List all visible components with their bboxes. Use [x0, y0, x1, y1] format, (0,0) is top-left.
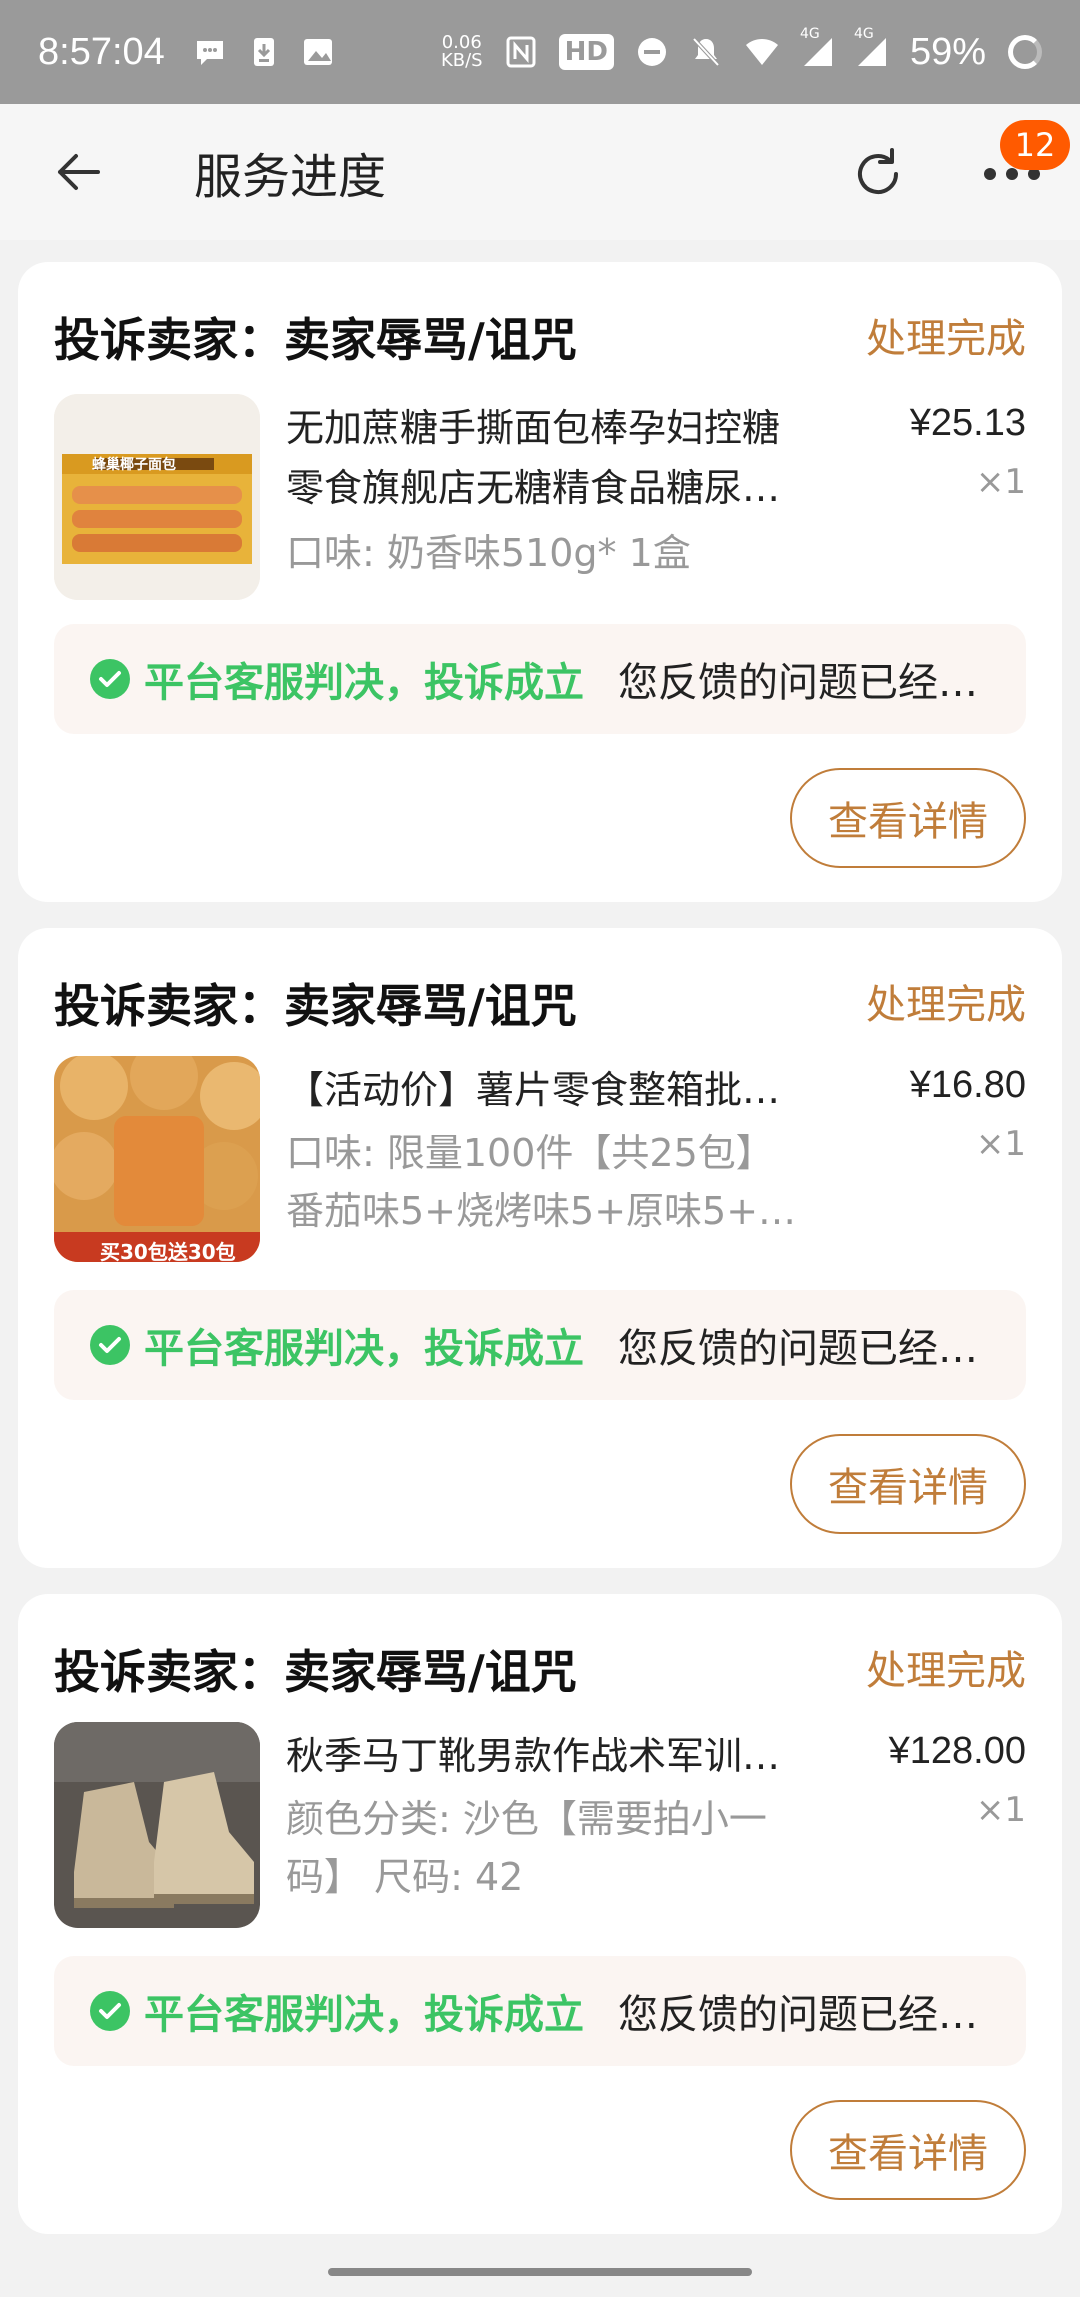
refresh-icon — [858, 148, 898, 195]
product-spec-line-2: 番茄味5+烧烤味5+原味5+… — [286, 1189, 797, 1233]
product-spec-line-1: 口味: 奶香味510g* 1盒 — [286, 531, 691, 575]
do-not-disturb-icon — [636, 36, 668, 68]
product-spec-line-2: 码】 尺码: 42 — [286, 1855, 524, 1899]
status-label: 处理完成 — [866, 316, 1026, 362]
wifi-icon — [744, 37, 780, 67]
product-name[interactable]: 无加蔗糖手撕面包棒孕妇控糖 零食旗舰店无糖精食品糖尿… — [286, 398, 826, 518]
chat-notification-icon — [193, 35, 227, 69]
product-name-line-1: 秋季马丁靴男款作战术军训… — [286, 1734, 781, 1778]
status-label: 处理完成 — [866, 1648, 1026, 1694]
product-spec: 口味: 奶香味510g* 1盒 — [286, 524, 826, 582]
network-speed-unit: KB/S — [440, 50, 483, 71]
product-thumbnail[interactable] — [54, 1722, 260, 1928]
refresh-button[interactable] — [840, 136, 916, 212]
cellular-signal-icon: 4G — [800, 26, 834, 68]
signal-label-2: 4G — [853, 26, 874, 42]
product-name-line-2: 零食旗舰店无糖精食品糖尿… — [286, 466, 781, 510]
notification-badge: 12 — [1000, 120, 1070, 170]
view-details-button[interactable]: 查看详情 — [790, 1434, 1026, 1534]
verdict-text: 您反馈的问题已经… — [618, 1992, 978, 2038]
promo-label: 买30包送30包 — [100, 1240, 236, 1262]
verdict-title: 平台客服判决，投诉成立 — [144, 660, 584, 706]
download-notification-icon — [249, 35, 279, 69]
cellular-signal-icon-2: 4G — [854, 26, 888, 68]
complaint-card: 投诉卖家：卖家辱骂/诅咒 处理完成 秋季马丁靴男款作战术军训… ¥128.00 … — [18, 1594, 1062, 2234]
status-time: 8:57:04 — [38, 30, 165, 73]
check-circle-icon — [90, 1991, 130, 2031]
complaint-card: 投诉卖家：卖家辱骂/诅咒 处理完成 蜂巢椰子面包 无加蔗糖手撕面包棒孕妇控糖 零… — [18, 262, 1062, 902]
card-title: 投诉卖家：卖家辱骂/诅咒 — [54, 313, 577, 367]
product-image — [54, 1722, 260, 1928]
product-spec: 口味: 限量100件【共25包】 番茄味5+烧烤味5+原味5+… — [286, 1124, 826, 1240]
verdict-banner[interactable]: 平台客服判决，投诉成立 您反馈的问题已经… — [54, 1290, 1026, 1400]
hd-voice-icon: HD — [558, 34, 614, 70]
product-spec-line-1: 颜色分类: 沙色【需要拍小一 — [286, 1797, 767, 1841]
verdict-banner[interactable]: 平台客服判决，投诉成立 您反馈的问题已经… — [54, 1956, 1026, 2066]
status-label: 处理完成 — [866, 982, 1026, 1028]
product-price: ¥16.80 — [909, 1064, 1026, 1106]
product-image — [54, 394, 260, 600]
product-quantity: ×1 — [975, 462, 1026, 502]
product-brand-label: 蜂巢椰子面包 — [92, 457, 176, 473]
image-notification-icon — [301, 35, 335, 69]
network-speed: 0.06 KB/S — [441, 34, 483, 70]
hd-label: HD — [564, 37, 608, 67]
nfc-icon — [505, 35, 537, 69]
card-title: 投诉卖家：卖家辱骂/诅咒 — [54, 979, 577, 1033]
check-circle-icon — [90, 659, 130, 699]
verdict-title: 平台客服判决，投诉成立 — [144, 1326, 584, 1372]
product-thumbnail[interactable]: 蜂巢椰子面包 — [54, 394, 260, 600]
page-title: 服务进度 — [194, 149, 387, 205]
complaint-card: 投诉卖家：卖家辱骂/诅咒 处理完成 买30包送30包 【活动价】薯片零食整箱批…… — [18, 928, 1062, 1568]
verdict-text: 您反馈的问题已经… — [618, 1326, 978, 1372]
nav-bar: 服务进度 12 — [0, 104, 1080, 240]
back-arrow-icon — [58, 154, 100, 190]
product-price: ¥128.00 — [888, 1730, 1026, 1772]
product-quantity: ×1 — [975, 1790, 1026, 1830]
product-spec-line-1: 口味: 限量100件【共25包】 — [286, 1131, 774, 1175]
product-thumbnail[interactable]: 买30包送30包 — [54, 1056, 260, 1262]
battery-percent: 59% — [909, 30, 986, 73]
check-circle-icon — [90, 1325, 130, 1365]
verdict-banner[interactable]: 平台客服判决，投诉成立 您反馈的问题已经… — [54, 624, 1026, 734]
product-image — [54, 1056, 260, 1262]
verdict-text: 您反馈的问题已经… — [618, 660, 978, 706]
home-indicator[interactable] — [328, 2268, 752, 2276]
product-price: ¥25.13 — [909, 402, 1026, 444]
view-details-button[interactable]: 查看详情 — [790, 2100, 1026, 2200]
product-spec: 颜色分类: 沙色【需要拍小一 码】 尺码: 42 — [286, 1790, 826, 1906]
product-name-line-1: 无加蔗糖手撕面包棒孕妇控糖 — [286, 406, 781, 450]
battery-icon — [1008, 35, 1042, 69]
product-quantity: ×1 — [975, 1124, 1026, 1164]
back-button[interactable] — [40, 134, 116, 210]
view-details-button[interactable]: 查看详情 — [790, 768, 1026, 868]
card-title: 投诉卖家：卖家辱骂/诅咒 — [54, 1645, 577, 1699]
product-name[interactable]: 【活动价】薯片零食整箱批… — [286, 1060, 826, 1120]
mute-icon — [690, 35, 722, 69]
status-bar: 8:57:04 0.06 KB/S HD 4G 4G 59% — [0, 0, 1080, 104]
verdict-title: 平台客服判决，投诉成立 — [144, 1992, 584, 2038]
product-name-line-1: 【活动价】薯片零食整箱批… — [286, 1068, 781, 1112]
product-name[interactable]: 秋季马丁靴男款作战术军训… — [286, 1726, 826, 1786]
signal-label-1: 4G — [799, 26, 820, 42]
